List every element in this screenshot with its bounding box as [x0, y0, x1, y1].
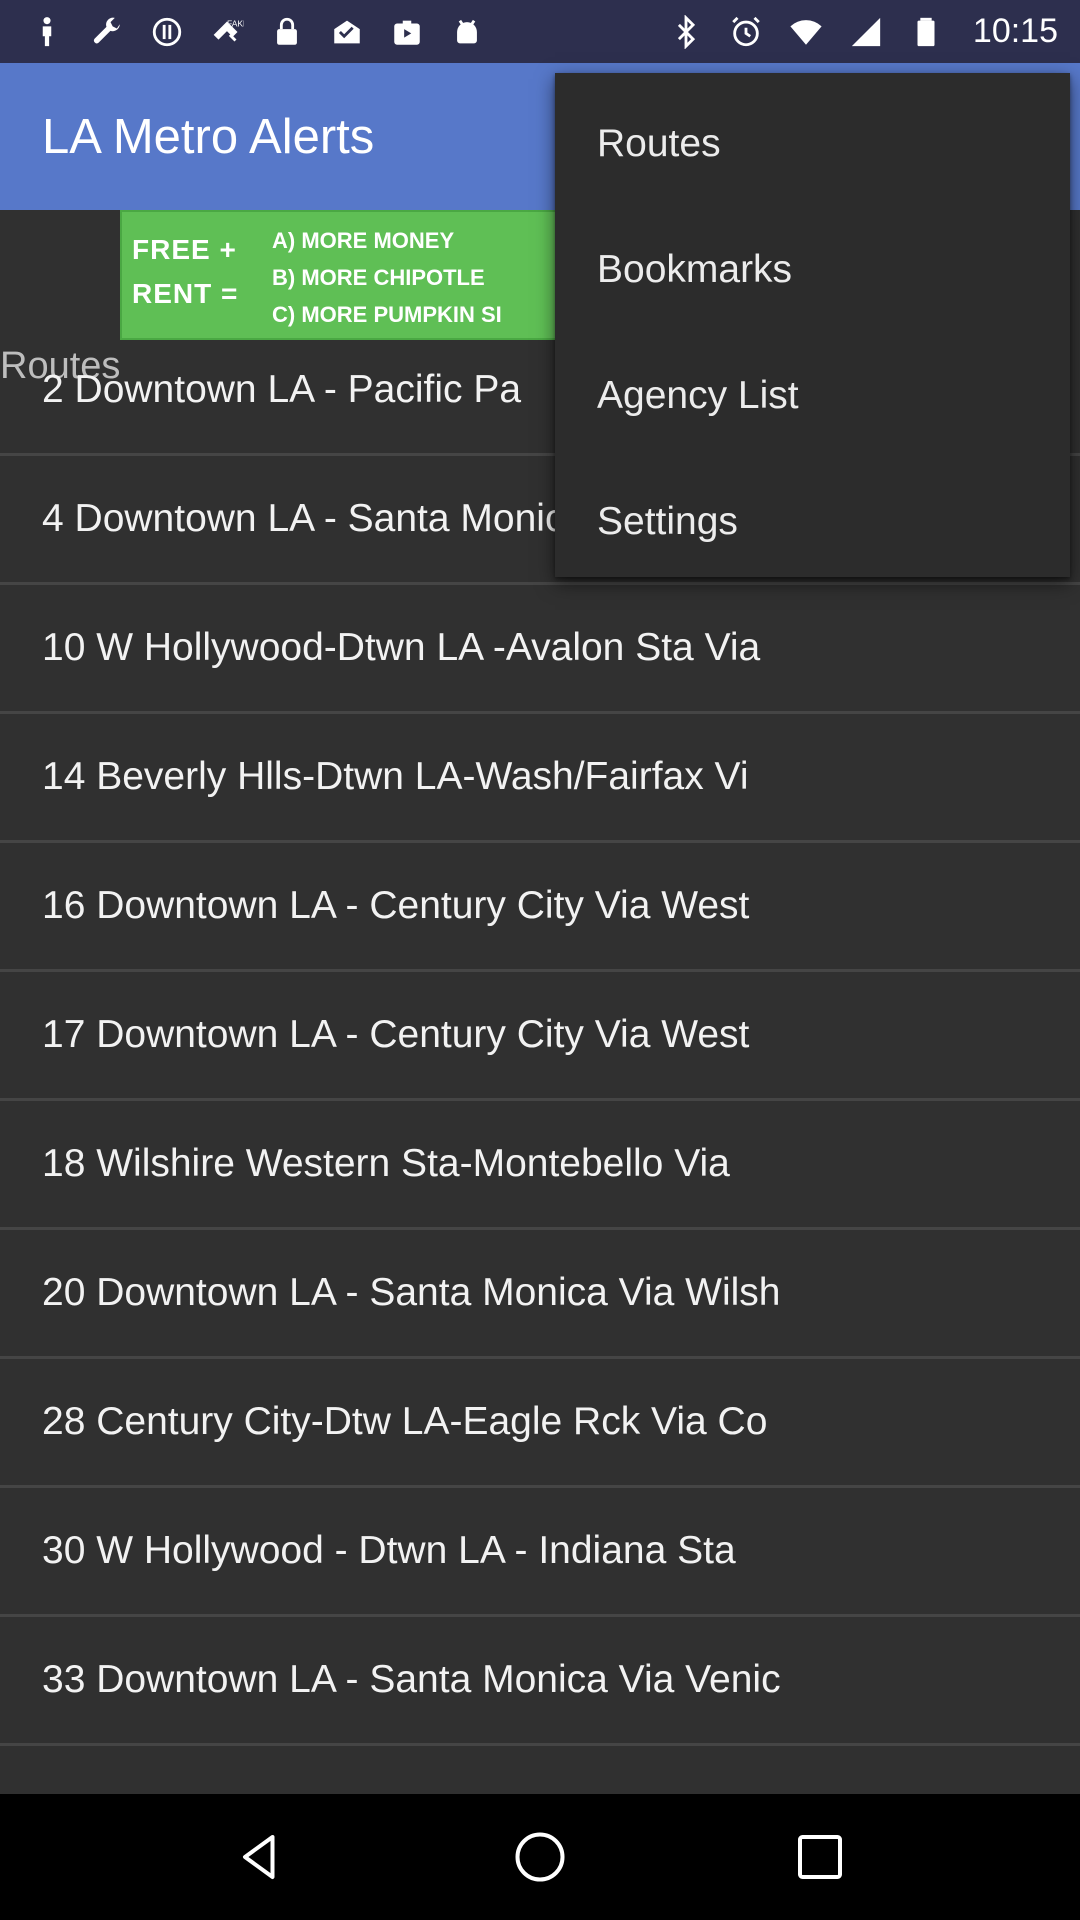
menu-item-routes[interactable]: Routes [555, 81, 1070, 207]
alarm-icon [729, 15, 763, 49]
status-time: 10:15 [972, 12, 1058, 50]
route-row[interactable]: 10 W Hollywood-Dtwn LA -Avalon Sta Via [0, 585, 1080, 714]
status-right-icons: 10:15 [669, 12, 1058, 51]
route-label: 2 Downtown LA - Pacific Pa [42, 368, 522, 411]
svg-text:FAKE: FAKE [227, 18, 244, 28]
wifi-icon [789, 15, 823, 49]
route-label: 33 Downtown LA - Santa Monica Via Venic [42, 1658, 781, 1701]
route-label: 17 Downtown LA - Century City Via West [42, 1013, 750, 1056]
route-label: 30 W Hollywood - Dtwn LA - Indiana Sta [42, 1529, 736, 1572]
route-label: 18 Wilshire Western Sta-Montebello Via [42, 1142, 730, 1185]
back-icon [243, 1835, 275, 1879]
route-row[interactable]: 17 Downtown LA - Century City Via West [0, 972, 1080, 1101]
screen: FAKE [0, 0, 1080, 1920]
wrench-icon [90, 15, 124, 49]
route-label: 20 Downtown LA - Santa Monica Via Wilsh [42, 1271, 781, 1314]
battery-icon [909, 15, 943, 49]
ad-right-text: A) MORE MONEY B) MORE CHIPOTLE C) MORE P… [272, 222, 502, 333]
status-bar: FAKE [0, 0, 1080, 63]
overflow-menu: Routes Bookmarks Agency List Settings [555, 73, 1070, 577]
route-label: 16 Downtown LA - Century City Via West [42, 884, 750, 927]
back-button[interactable] [225, 1822, 295, 1892]
bluetooth-icon [669, 14, 703, 49]
home-button[interactable] [505, 1822, 575, 1892]
menu-item-bookmarks[interactable]: Bookmarks [555, 207, 1070, 333]
recents-button[interactable] [785, 1822, 855, 1892]
status-left-icons: FAKE [30, 15, 484, 49]
fake-gps-icon: FAKE [210, 15, 244, 49]
ad-line-2: B) MORE CHIPOTLE [272, 265, 485, 290]
route-row[interactable]: 18 Wilshire Western Sta-Montebello Via [0, 1101, 1080, 1230]
route-row[interactable]: 16 Downtown LA - Century City Via West [0, 843, 1080, 972]
routes-list: 2 Downtown LA - Pacific Pa 4 Downtown LA… [0, 368, 1080, 1746]
mail-open-icon [330, 15, 364, 49]
route-row[interactable]: 33 Downtown LA - Santa Monica Via Venic [0, 1617, 1080, 1746]
ad-banner[interactable]: FREE + RENT = A) MORE MONEY B) MORE CHIP… [120, 210, 630, 340]
navigation-bar [0, 1794, 1080, 1920]
route-row[interactable]: 20 Downtown LA - Santa Monica Via Wilsh [0, 1230, 1080, 1359]
route-label: 10 W Hollywood-Dtwn LA -Avalon Sta Via [42, 626, 761, 669]
home-icon [515, 1832, 565, 1882]
ad-left-text: FREE + RENT = [132, 234, 239, 309]
route-label: 14 Beverly Hlls-Dtwn LA-Wash/Fairfax Vi [42, 755, 749, 798]
route-row[interactable]: 30 W Hollywood - Dtwn LA - Indiana Sta [0, 1488, 1080, 1617]
app-title: LA Metro Alerts [42, 109, 375, 164]
ad-line-1: A) MORE MONEY [272, 228, 455, 253]
route-row[interactable]: 14 Beverly Hlls-Dtwn LA-Wash/Fairfax Vi [0, 714, 1080, 843]
route-label: 28 Century City-Dtw LA-Eagle Rck Via Co [42, 1400, 768, 1443]
play-store-icon [390, 15, 424, 49]
lock-icon [270, 15, 304, 49]
route-row[interactable]: 28 Century City-Dtw LA-Eagle Rck Via Co [0, 1359, 1080, 1488]
signal-icon [849, 15, 883, 49]
menu-item-agency-list[interactable]: Agency List [555, 333, 1070, 459]
recents-icon [798, 1835, 842, 1879]
android-icon [450, 15, 484, 49]
circle-icon [150, 15, 184, 49]
person-icon [30, 15, 64, 49]
menu-item-settings[interactable]: Settings [555, 459, 1070, 585]
